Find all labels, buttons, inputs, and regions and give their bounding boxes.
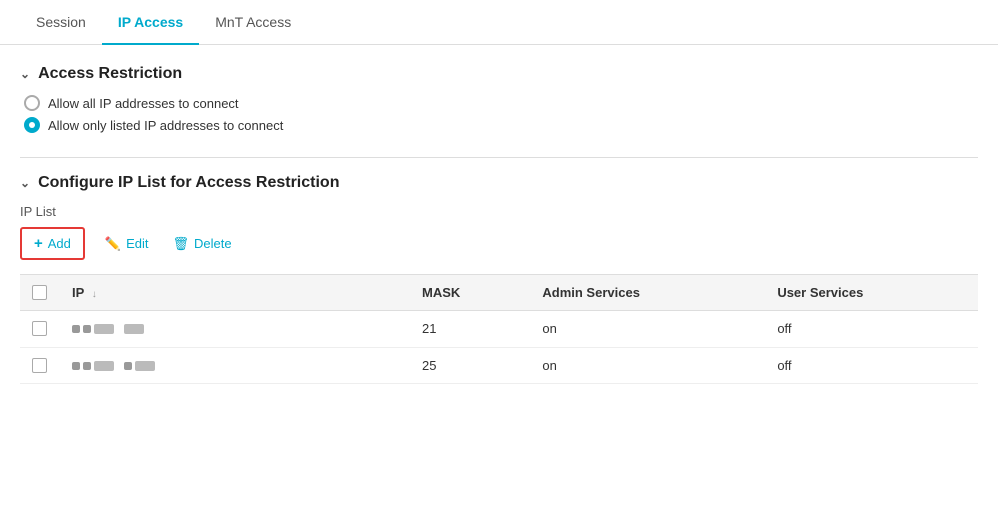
table-row: 25 on off — [20, 347, 978, 384]
row1-ip-value — [72, 322, 144, 337]
row1-mask-value: 21 — [422, 321, 436, 336]
tab-bar: Session IP Access MnT Access — [0, 0, 998, 45]
tab-mnt-access[interactable]: MnT Access — [199, 0, 307, 44]
access-restriction-title: Access Restriction — [38, 65, 182, 83]
ip-blur-dot-5 — [124, 362, 132, 370]
row1-ip-cell — [60, 311, 410, 348]
plus-icon: + — [34, 235, 43, 252]
access-restriction-radio-group: Allow all IP addresses to connect Allow … — [20, 95, 978, 133]
radio-allow-listed-circle[interactable] — [24, 117, 40, 133]
add-label: Add — [48, 236, 71, 251]
ip-blur-dot-4 — [83, 362, 91, 370]
th-checkbox — [20, 275, 60, 311]
th-mask: MASK — [410, 275, 530, 311]
th-user-services: User Services — [765, 275, 978, 311]
main-content: ⌄ Access Restriction Allow all IP addres… — [0, 45, 998, 428]
row1-checkbox[interactable] — [32, 321, 47, 336]
row1-admin-services-cell: on — [530, 311, 765, 348]
row2-user-services-value: off — [777, 358, 791, 373]
row1-user-services-value: off — [777, 321, 791, 336]
ip-table: IP ↓ MASK Admin Services User Services — [20, 274, 978, 384]
ip-blur-block-3 — [94, 361, 114, 371]
delete-label: Delete — [194, 236, 232, 251]
row2-checkbox-cell — [20, 347, 60, 384]
header-checkbox[interactable] — [32, 285, 47, 300]
ip-list-section: ⌄ Configure IP List for Access Restricti… — [20, 174, 978, 384]
row1-admin-services-value: on — [542, 321, 556, 336]
tab-session[interactable]: Session — [20, 0, 102, 44]
row2-admin-services-cell: on — [530, 347, 765, 384]
row2-mask-value: 25 — [422, 358, 436, 373]
ip-blur-dot-1 — [72, 325, 80, 333]
ip-blur-block-2 — [124, 324, 144, 334]
row2-user-services-cell: off — [765, 347, 978, 384]
row1-mask-cell: 21 — [410, 311, 530, 348]
table-header-row: IP ↓ MASK Admin Services User Services — [20, 275, 978, 311]
ip-blur-dot-3 — [72, 362, 80, 370]
radio-allow-all-label: Allow all IP addresses to connect — [48, 96, 239, 111]
ip-list-label: IP List — [20, 204, 978, 219]
access-restriction-section: ⌄ Access Restriction Allow all IP addres… — [20, 65, 978, 133]
edit-label: Edit — [126, 236, 148, 251]
delete-icon: 🗑 — [173, 236, 190, 252]
ip-blur-block-4 — [135, 361, 155, 371]
ip-list-toolbar: + Add ✏️ Edit 🗑 Delete — [20, 227, 978, 260]
radio-allow-all-circle[interactable] — [24, 95, 40, 111]
ip-list-section-header: ⌄ Configure IP List for Access Restricti… — [20, 174, 978, 192]
ip-blur-block-1 — [94, 324, 114, 334]
row1-user-services-cell: off — [765, 311, 978, 348]
edit-icon: ✏️ — [105, 236, 121, 252]
th-ip[interactable]: IP ↓ — [60, 275, 410, 311]
radio-allow-all[interactable]: Allow all IP addresses to connect — [24, 95, 978, 111]
row2-admin-services-value: on — [542, 358, 556, 373]
table-row: 21 on off — [20, 311, 978, 348]
table-body: 21 on off — [20, 311, 978, 384]
row2-mask-cell: 25 — [410, 347, 530, 384]
radio-allow-listed-label: Allow only listed IP addresses to connec… — [48, 118, 283, 133]
ip-list-section-title: Configure IP List for Access Restriction — [38, 174, 339, 192]
row1-checkbox-cell — [20, 311, 60, 348]
th-admin-services: Admin Services — [530, 275, 765, 311]
ip-blur-dot-2 — [83, 325, 91, 333]
row2-ip-cell — [60, 347, 410, 384]
sort-icon[interactable]: ↓ — [92, 289, 97, 300]
add-button[interactable]: + Add — [20, 227, 85, 260]
access-restriction-header: ⌄ Access Restriction — [20, 65, 978, 83]
radio-allow-listed[interactable]: Allow only listed IP addresses to connec… — [24, 117, 978, 133]
section-divider — [20, 157, 978, 158]
edit-button[interactable]: ✏️ Edit — [101, 230, 153, 258]
row2-ip-value — [72, 358, 155, 373]
row2-checkbox[interactable] — [32, 358, 47, 373]
delete-button[interactable]: 🗑 Delete — [169, 230, 236, 258]
ip-list-chevron-icon[interactable]: ⌄ — [20, 176, 30, 190]
tab-ip-access[interactable]: IP Access — [102, 0, 199, 44]
chevron-icon[interactable]: ⌄ — [20, 67, 30, 81]
